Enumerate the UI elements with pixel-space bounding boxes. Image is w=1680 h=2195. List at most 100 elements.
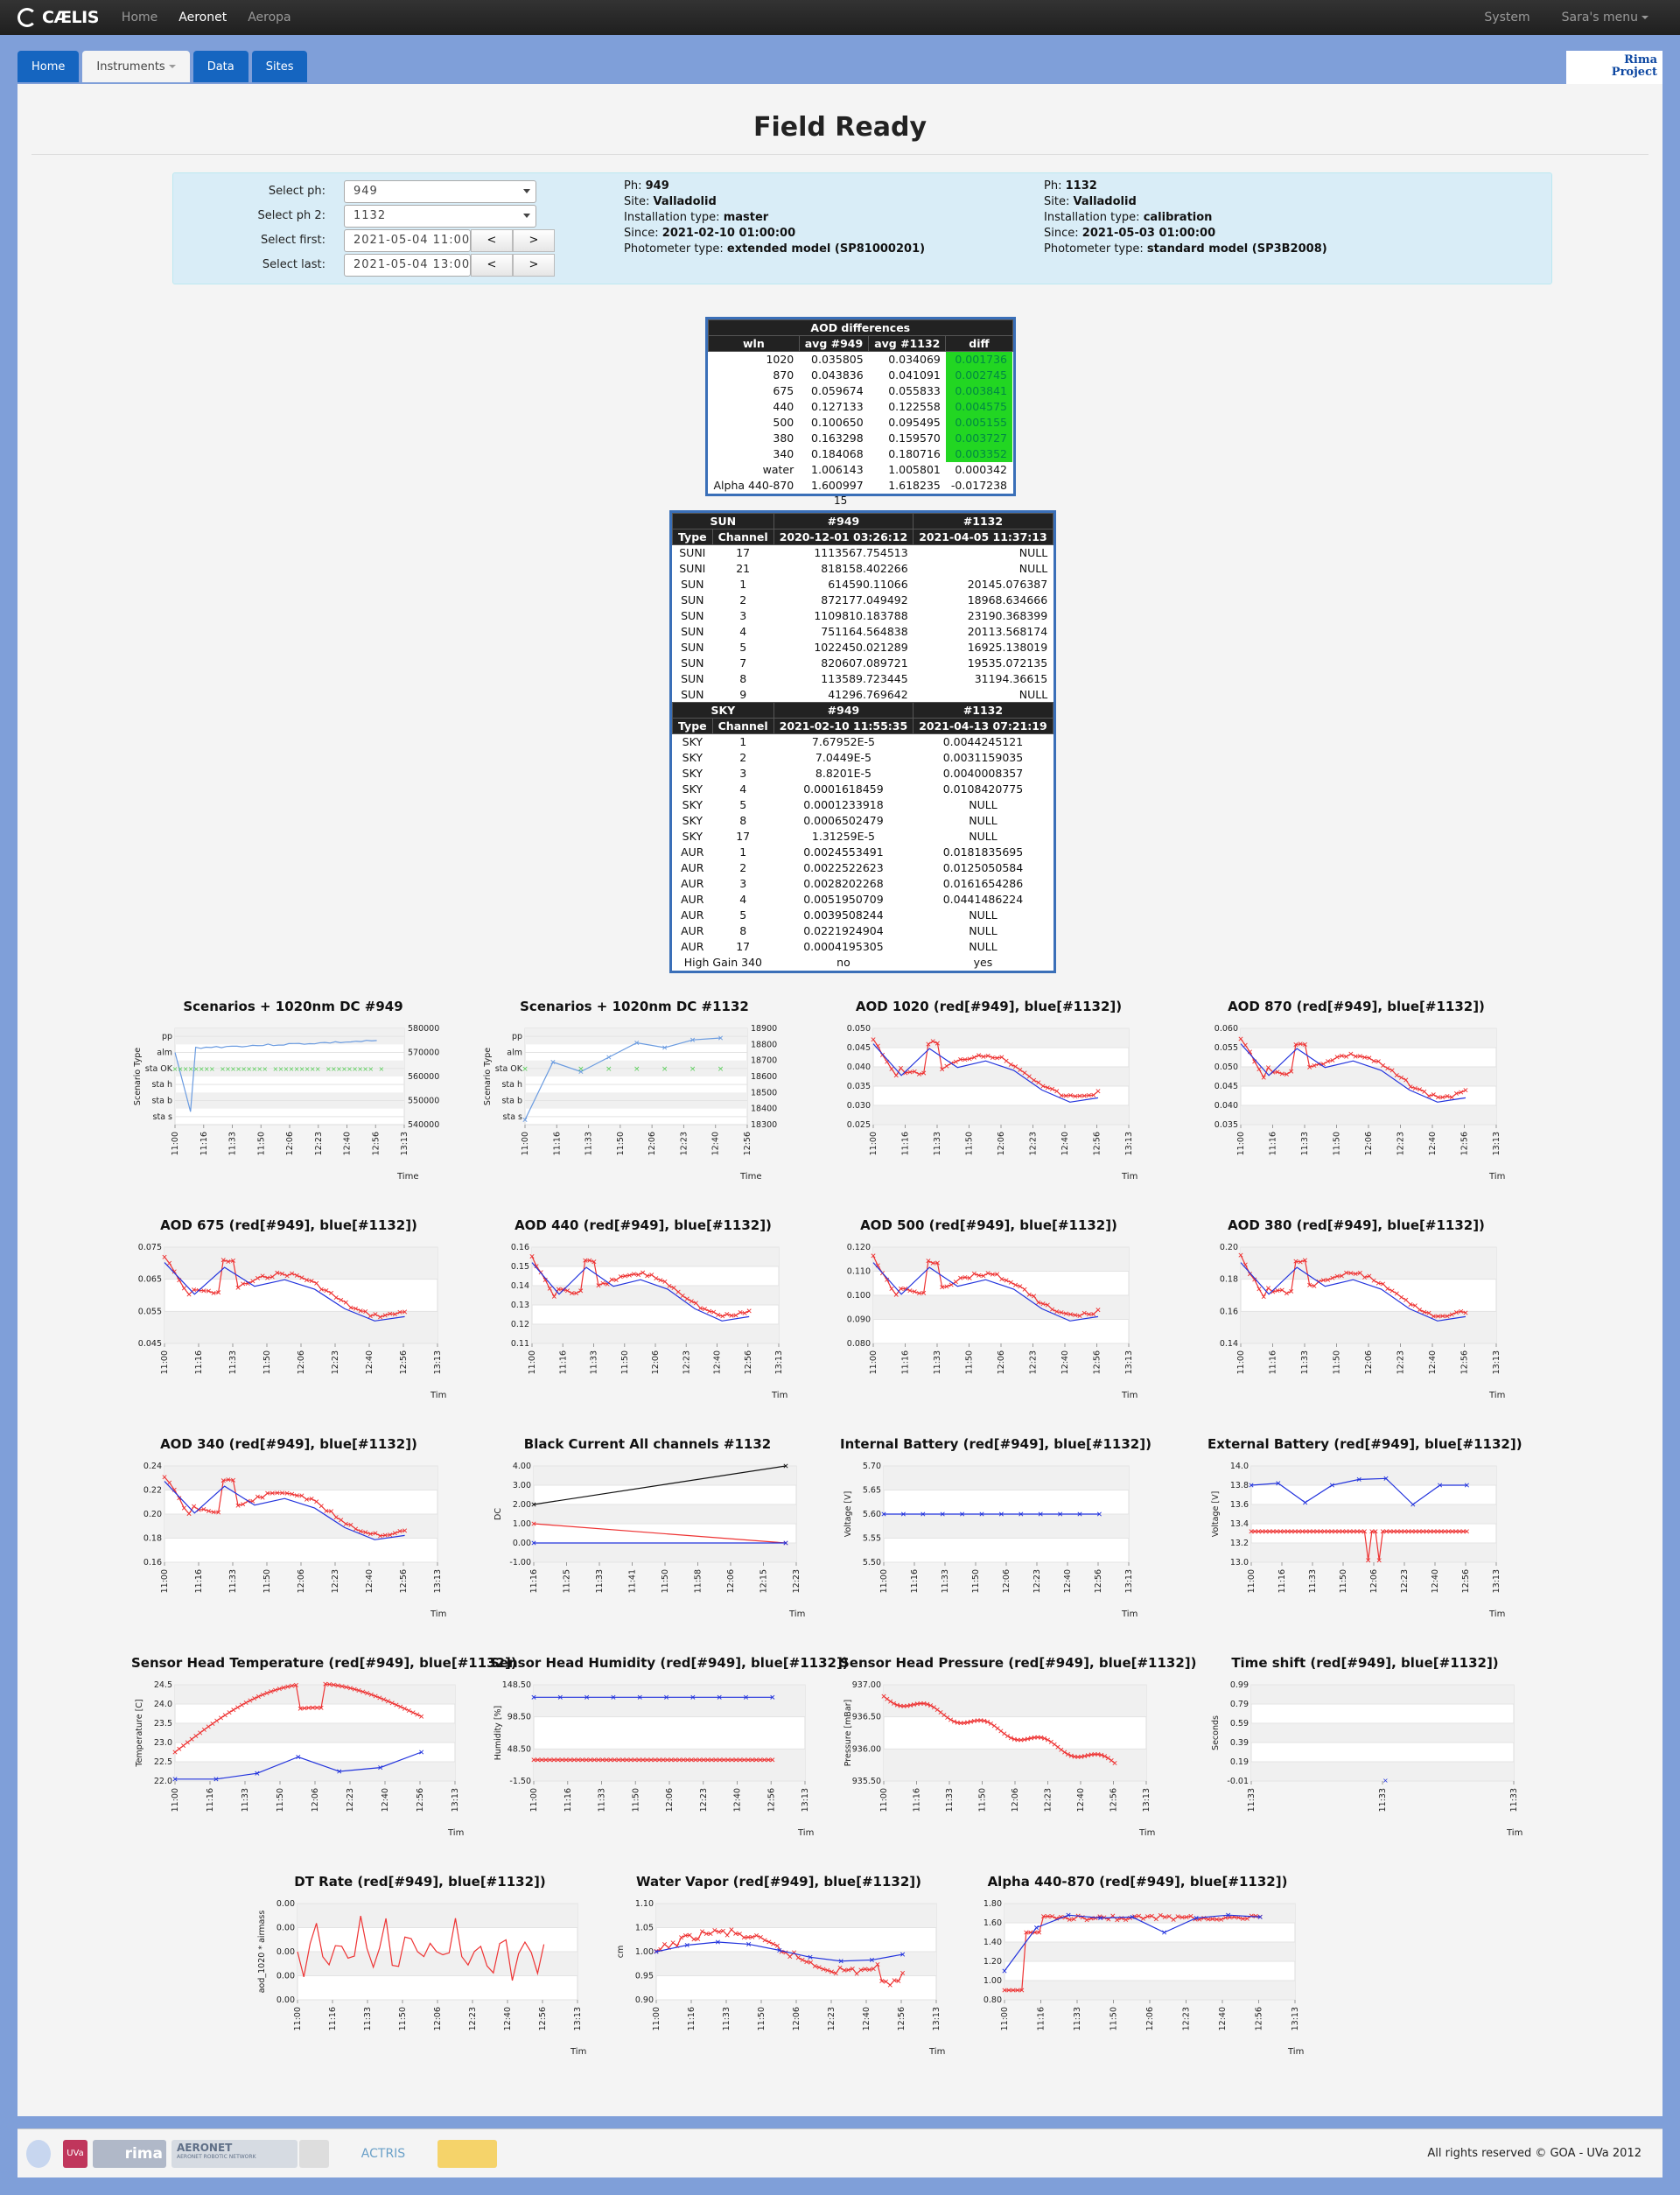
table-cell: 0.041091 xyxy=(888,368,941,382)
table-cell: 0.003727 xyxy=(945,430,1013,446)
y-tick-label: 23.0 xyxy=(154,1738,172,1748)
nav-aeropa[interactable]: Aeropa xyxy=(237,11,301,25)
x-tick-label: 11:00 xyxy=(521,1132,530,1155)
chart-10: Internal Battery (red[#949], blue[#1132]… xyxy=(840,1436,1152,1623)
y-tick-label: 0.20 xyxy=(1220,1243,1238,1252)
table-cell: SUN xyxy=(681,625,704,638)
scenario-marker: × xyxy=(368,1065,374,1073)
x-tick-label: 12:06 xyxy=(651,1350,661,1374)
chart-svg: 24.5 24.0 23.5 23.0 22.5 22.0 Temperature [C] 1… xyxy=(135,1680,464,1838)
caelis-logo[interactable]: CÆLIS xyxy=(18,8,99,27)
table-cell: High Gain 340 xyxy=(683,956,762,969)
table-cell: 380 xyxy=(773,431,794,445)
last-prev-button[interactable]: < xyxy=(471,254,513,277)
ph2-select-value: 1132 xyxy=(354,209,387,222)
grid-band xyxy=(1004,1904,1295,1923)
x-tick-label: 11:00 xyxy=(1236,1350,1246,1374)
x-tick-label: 13:13 xyxy=(433,1569,443,1593)
x-tick-label: 12:40 xyxy=(365,1569,374,1593)
x-tick-label: 12:40 xyxy=(503,2007,513,2030)
y-tick-label: 24.5 xyxy=(154,1680,172,1690)
x-tick-label: 12:56 xyxy=(416,1788,425,1812)
y-tick-label: 1.80 xyxy=(984,1899,1002,1909)
table-cell: 0.055833 xyxy=(888,384,941,397)
y-tick-label: 0.090 xyxy=(847,1315,871,1325)
y-tick-label: 13.8 xyxy=(1230,1481,1249,1490)
table-cell: 0.127133 xyxy=(811,400,864,413)
table-cell: 31194.36615 xyxy=(974,672,1048,685)
tab-data[interactable]: Data xyxy=(192,51,248,82)
last-input[interactable]: 2021-05-04 13:00:00 xyxy=(344,254,471,277)
grid-band xyxy=(532,1286,779,1305)
table-cell: NULL xyxy=(969,798,998,811)
x-tick-label: 11:50 xyxy=(978,1788,988,1812)
x-axis-label: Time xyxy=(1121,1609,1138,1619)
table-cell: 8 xyxy=(739,672,747,685)
y-tick-label: 0.110 xyxy=(847,1267,871,1277)
table-row: 380 0.163298 0.159570 0.003727 xyxy=(709,430,1013,446)
x-tick-label: 11:16 xyxy=(328,2007,338,2030)
first-input[interactable]: 2021-05-04 11:00:00 xyxy=(344,229,471,252)
x-tick-label: 12:40 xyxy=(381,1788,390,1812)
first-next-button[interactable]: > xyxy=(513,229,555,252)
table-cell: 16925.138019 xyxy=(967,641,1048,654)
table-row: SKY 8 0.0006502479 NULL xyxy=(673,813,1054,829)
table-cell: 23190.368399 xyxy=(967,609,1048,622)
tab-sites[interactable]: Sites xyxy=(251,51,308,82)
user-menu[interactable]: Sara's menu xyxy=(1546,11,1664,25)
table-row: SKY 2 7.0449E-5 0.0031159035 xyxy=(673,750,1054,766)
first-prev-button[interactable]: < xyxy=(471,229,513,252)
chart-svg: 0.99 0.79 0.59 0.39 0.19 -0.01 Seconds 11:33 11:… xyxy=(1211,1680,1522,1838)
x-tick-label: 12:06 xyxy=(997,1132,1006,1155)
table-row: SKY 4 0.0001618459 0.0108420775 xyxy=(673,782,1054,797)
table-row: SUN #949 #1132 xyxy=(672,513,1054,529)
grid-band xyxy=(1241,1311,1496,1343)
table-cell: yes xyxy=(973,956,993,969)
y-tick-label: 0.59 xyxy=(1230,1719,1249,1729)
grid-band xyxy=(532,1324,779,1343)
y-tick-label: 0.16 xyxy=(144,1558,162,1567)
table-cell: NULL xyxy=(1018,687,1048,701)
x-tick-label: 12:23 xyxy=(1032,1569,1042,1593)
table-header: #949 xyxy=(773,702,914,719)
x-tick-label: 12:40 xyxy=(365,1350,374,1374)
table-cell: water xyxy=(762,463,794,476)
table-cell: 2 xyxy=(739,861,747,874)
y-tick-label: 13.2 xyxy=(1230,1539,1249,1548)
nav-aeronet[interactable]: Aeronet xyxy=(168,11,237,25)
table-cell: 0.180716 xyxy=(888,447,941,460)
y-tick-label: 0.15 xyxy=(511,1262,529,1272)
x-tick-label: 11:16 xyxy=(194,1350,204,1374)
table-cell: 113589.723445 xyxy=(821,672,908,685)
table-header: 2020-12-01 03:26:12 xyxy=(773,529,914,545)
x-tick-label: 11:33 xyxy=(1300,1132,1310,1155)
table-cell: AUR xyxy=(681,893,704,906)
y-tick-label: 936.50 xyxy=(852,1713,881,1722)
x-tick-label: 11:16 xyxy=(687,2007,696,2030)
ph2-select[interactable]: 1132 xyxy=(344,205,536,228)
table-cell: 19535.072135 xyxy=(967,656,1048,670)
table-row: SUN 9 41296.769642 NULL xyxy=(673,687,1054,703)
selection-box: Select ph: 949 Select ph 2: 1132 Select … xyxy=(172,172,1552,284)
y-tick-label: 0.045 xyxy=(1214,1082,1238,1091)
y2-tick-label: 580000 xyxy=(408,1024,439,1034)
tab-home[interactable]: Home xyxy=(18,51,80,82)
nav-system[interactable]: System xyxy=(1468,11,1545,25)
y-tick-label: 22.0 xyxy=(154,1777,172,1786)
x-tick-label: 12:23 xyxy=(314,1132,324,1155)
table-row: SUN 4 751164.564838 20113.568174 xyxy=(673,624,1054,640)
table-cell: 0.0031159035 xyxy=(942,751,1024,764)
footer: UVa rima AERONET AERONET ROBOTIC NETWORK … xyxy=(18,2128,1662,2177)
x-axis-label: Time xyxy=(430,1391,446,1400)
grid-band xyxy=(175,1685,455,1704)
ph-label: Select ph: xyxy=(268,185,326,198)
nav-home[interactable]: Home xyxy=(111,11,168,25)
x-axis-label: Time xyxy=(1121,1391,1138,1400)
table-cell: 500 xyxy=(773,416,794,429)
last-next-button[interactable]: > xyxy=(513,254,555,277)
ph-select[interactable]: 949 xyxy=(344,180,536,203)
y-tick-label: 2.00 xyxy=(513,1500,531,1510)
table-cell: SKY xyxy=(682,751,703,764)
tab-instruments[interactable]: Instruments xyxy=(82,51,190,82)
table-cell: 1 xyxy=(739,578,747,591)
